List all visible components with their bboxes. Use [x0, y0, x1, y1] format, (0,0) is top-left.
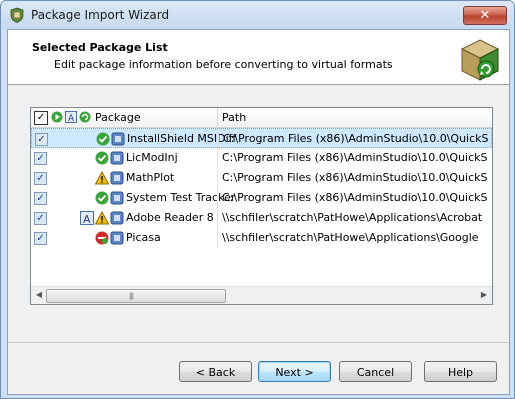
path-column-header[interactable]: Path — [222, 111, 246, 124]
row-separator — [218, 129, 219, 149]
green-check-icon — [95, 191, 109, 205]
green-check-icon — [96, 132, 110, 146]
red-error-icon — [95, 231, 109, 245]
row-checkbox[interactable]: ✓ — [34, 152, 47, 165]
grid-header: ✓ A Package Path — [31, 108, 492, 128]
page-subtitle: Edit package information before converti… — [54, 58, 393, 71]
package-path: \\schfiler\scratch\PatHowe\Applications\… — [222, 231, 479, 244]
window-title: Package Import Wizard — [31, 8, 170, 22]
close-button[interactable]: ✕ — [463, 6, 507, 25]
row-checkbox[interactable]: ✓ — [34, 192, 47, 205]
package-path: C:\Program Files (x86)\AdminStudio\10.0\… — [222, 171, 488, 184]
select-all-checkbox[interactable]: ✓ — [34, 111, 48, 125]
package-path: C:\Program Files (x86)\AdminStudio\10.0\… — [223, 132, 489, 145]
wizard-header: Selected Package List Edit package infor… — [8, 30, 509, 85]
footer-divider — [8, 342, 509, 343]
warning-triangle-icon — [95, 211, 109, 225]
table-row[interactable]: ✓ System Test Tracker C:\Program Files (… — [31, 188, 492, 208]
table-row[interactable]: ✓ A Adobe Reader 8 \\schfiler\scratch\Pa… — [31, 208, 492, 228]
green-play-icon[interactable] — [51, 111, 63, 123]
row-checkbox[interactable]: ✓ — [34, 172, 47, 185]
svg-text:A: A — [83, 213, 91, 225]
table-row[interactable]: ✓ InstallShield MSIDiff C:\Program Files… — [31, 128, 492, 149]
row-separator — [217, 228, 218, 248]
package-file-icon — [110, 211, 124, 225]
green-check-icon — [95, 151, 109, 165]
package-file-icon — [110, 171, 124, 185]
scroll-left-icon[interactable]: ◀ — [34, 290, 44, 300]
package-name: MathPlot — [126, 171, 175, 184]
row-checkbox[interactable]: ✓ — [34, 212, 47, 225]
package-path: C:\Program Files (x86)\AdminStudio\10.0\… — [222, 151, 488, 164]
package-name: System Test Tracker — [126, 191, 236, 204]
scroll-thumb[interactable]: ||| — [46, 289, 226, 303]
scroll-grip: ||| — [129, 292, 134, 300]
package-column-header[interactable]: Package — [95, 111, 141, 124]
package-path: C:\Program Files (x86)\AdminStudio\10.0\… — [222, 191, 488, 204]
package-name: InstallShield MSIDiff — [127, 132, 237, 145]
table-row[interactable]: ✓ MathPlot C:\Program Files (x86)\AdminS… — [31, 168, 492, 188]
table-row[interactable]: ✓ LicModInj C:\Program Files (x86)\Admin… — [31, 148, 492, 168]
svg-text:A: A — [68, 114, 75, 123]
page-title: Selected Package List — [32, 41, 168, 54]
package-name: Adobe Reader 8 — [126, 211, 214, 224]
row-separator — [217, 188, 218, 208]
column-separator[interactable] — [217, 108, 218, 127]
help-button[interactable]: Help — [424, 361, 497, 382]
row-separator — [217, 168, 218, 188]
blue-a-icon: A — [80, 211, 94, 225]
green-refresh-icon[interactable] — [79, 111, 91, 123]
package-name: Picasa — [126, 231, 161, 244]
package-file-icon — [110, 231, 124, 245]
row-separator — [217, 208, 218, 228]
package-shield-icon — [10, 7, 24, 23]
scroll-right-icon[interactable]: ▶ — [479, 290, 489, 300]
cancel-button[interactable]: Cancel — [339, 361, 412, 382]
next-button[interactable]: Next > — [258, 361, 331, 382]
back-button[interactable]: < Back — [179, 361, 252, 382]
row-checkbox[interactable]: ✓ — [35, 133, 48, 146]
table-row[interactable]: ✓ Picasa \\schfiler\scratch\PatHowe\Appl… — [31, 228, 492, 248]
warning-triangle-icon — [95, 171, 109, 185]
row-checkbox[interactable]: ✓ — [34, 232, 47, 245]
package-box-icon — [460, 39, 500, 81]
package-name: LicModInj — [126, 151, 178, 164]
blue-a-icon[interactable]: A — [65, 111, 77, 123]
package-file-icon — [110, 191, 124, 205]
package-file-icon — [110, 151, 124, 165]
title-bar[interactable]: Package Import Wizard ✕ — [1, 1, 514, 29]
package-file-icon — [111, 132, 125, 146]
wizard-body: Selected Package List Edit package infor… — [7, 29, 510, 395]
package-list[interactable]: ✓ A Package Path ✓ InstallShield MSIDiff… — [30, 107, 493, 305]
horizontal-scrollbar[interactable]: ◀ ||| ▶ — [31, 286, 492, 304]
wizard-window: Package Import Wizard ✕ Selected Package… — [0, 0, 515, 399]
package-path: \\schfiler\scratch\PatHowe\Applications\… — [222, 211, 483, 224]
row-separator — [217, 148, 218, 168]
